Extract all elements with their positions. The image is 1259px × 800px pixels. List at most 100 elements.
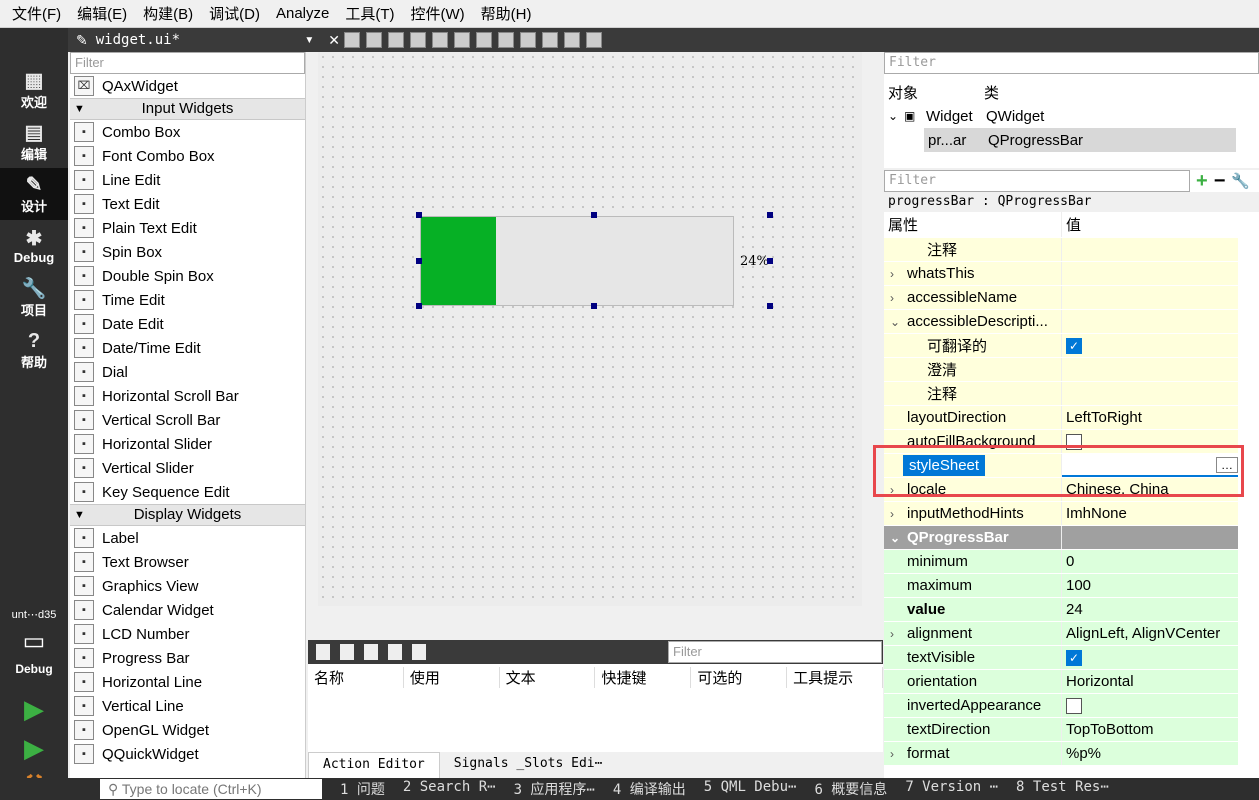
locate-input[interactable]: ⚲ Type to locate (Ctrl+K) <box>100 779 322 799</box>
widget-item[interactable]: ▪ Spin Box <box>70 240 305 264</box>
status-pane-4[interactable]: 5 QML Debu⋯ <box>704 779 797 799</box>
widget-item[interactable]: ▪ Dial <box>70 360 305 384</box>
adjust-size-icon[interactable] <box>586 32 602 48</box>
widget-item[interactable]: ▪ Plain Text Edit <box>70 216 305 240</box>
property-row[interactable]: ⌄ accessibleDescripti... <box>884 310 1238 334</box>
property-row[interactable]: 澄清 <box>884 358 1238 382</box>
mode-4[interactable]: 🔧 项目 <box>0 272 68 324</box>
layout-form-icon[interactable] <box>542 32 558 48</box>
property-value[interactable] <box>1062 310 1238 333</box>
edit-buddies-icon[interactable] <box>388 32 404 48</box>
widget-item[interactable]: ▪ LCD Number <box>70 622 305 646</box>
widget-item[interactable]: ▪ Line Edit <box>70 168 305 192</box>
resize-handle[interactable] <box>591 303 597 309</box>
property-row[interactable]: › alignment AlignLeft, AlignVCenter <box>884 622 1238 646</box>
widget-item[interactable]: ▪ Horizontal Line <box>70 670 305 694</box>
widget-item[interactable]: ▪ QQuickWidget <box>70 742 305 766</box>
property-value[interactable] <box>1062 358 1238 381</box>
status-pane-3[interactable]: 4 编译输出 <box>613 779 686 799</box>
widget-item[interactable]: ▪ Label <box>70 526 305 550</box>
property-value[interactable]: ImhNone <box>1062 502 1238 525</box>
chevron-icon[interactable]: › <box>890 267 894 281</box>
checkbox[interactable]: ✓ <box>1066 337 1082 354</box>
configure-wrench-icon[interactable] <box>412 644 426 660</box>
widget-item[interactable]: ▪ Text Browser <box>70 550 305 574</box>
property-value[interactable] <box>1062 238 1238 261</box>
status-pane-6[interactable]: 7 Version ⋯ <box>905 779 998 799</box>
configure-wrench-icon[interactable]: 🔧 <box>1231 172 1250 190</box>
property-value[interactable]: %p% <box>1062 742 1238 765</box>
property-value[interactable]: AlignLeft, AlignVCenter <box>1062 622 1238 645</box>
property-row[interactable]: › inputMethodHints ImhNone <box>884 502 1238 526</box>
property-group[interactable]: ⌄ QProgressBar <box>884 526 1238 550</box>
form-canvas[interactable] <box>318 52 862 606</box>
property-row[interactable]: › format %p% <box>884 742 1238 766</box>
widget-item[interactable]: ▪ Graphics View <box>70 574 305 598</box>
mode-0[interactable]: ▦ 欢迎 <box>0 64 68 116</box>
widget-item[interactable]: ▪ Horizontal Slider <box>70 432 305 456</box>
resize-handle[interactable] <box>767 258 773 264</box>
mode-1[interactable]: ▤ 编辑 <box>0 116 68 168</box>
widget-item[interactable]: ▪ Date Edit <box>70 312 305 336</box>
property-row[interactable]: › whatsThis <box>884 262 1238 286</box>
resize-handle[interactable] <box>416 212 422 218</box>
resize-handle[interactable] <box>416 258 422 264</box>
widget-item[interactable]: ▪ Vertical Scroll Bar <box>70 408 305 432</box>
property-value[interactable]: LeftToRight <box>1062 406 1238 429</box>
widget-item[interactable]: ⌧ QAxWidget <box>70 74 305 98</box>
widget-item[interactable]: ▪ Horizontal Scroll Bar <box>70 384 305 408</box>
widget-item[interactable]: ▪ Vertical Line <box>70 694 305 718</box>
property-row[interactable]: orientation Horizontal <box>884 670 1238 694</box>
tab-action-editor[interactable]: Action Editor <box>308 752 440 778</box>
property-value[interactable]: TopToBottom <box>1062 718 1238 741</box>
delete-action-icon[interactable] <box>388 644 402 660</box>
edit-signals-icon[interactable] <box>366 32 382 48</box>
status-pane-0[interactable]: 1 问题 <box>340 779 385 799</box>
chevron-icon[interactable]: ⌄ <box>890 315 900 329</box>
property-value[interactable] <box>1062 262 1238 285</box>
property-row[interactable]: minimum 0 <box>884 550 1238 574</box>
property-value[interactable]: 24 <box>1062 598 1238 621</box>
menu-item-3[interactable]: 调试(D) <box>201 3 268 24</box>
property-row[interactable]: maximum 100 <box>884 574 1238 598</box>
edit-widgets-icon[interactable] <box>344 32 360 48</box>
widget-filter-input[interactable]: Filter <box>70 52 305 74</box>
chevron-icon[interactable]: › <box>890 627 894 641</box>
add-property-icon[interactable]: + <box>1196 170 1208 193</box>
open-document-tab[interactable]: ✎ widget.ui* ▼ ✕ <box>68 32 340 49</box>
property-value[interactable]: ✓ <box>1062 334 1238 357</box>
widget-item[interactable]: ▪ OpenGL Widget <box>70 718 305 742</box>
property-value[interactable] <box>1062 286 1238 309</box>
action-filter-input[interactable]: Filter <box>668 641 882 663</box>
property-value[interactable]: Horizontal <box>1062 670 1238 693</box>
debug-run-icon[interactable]: ▶ <box>0 733 68 764</box>
property-row[interactable]: invertedAppearance <box>884 694 1238 718</box>
object-filter-input[interactable]: Filter <box>884 52 1259 74</box>
object-row-progressbar[interactable]: pr...ar QProgressBar <box>924 128 1236 152</box>
mode-5[interactable]: ? 帮助 <box>0 324 68 376</box>
mode-3[interactable]: ✱ Debug <box>0 220 68 272</box>
resize-handle[interactable] <box>416 303 422 309</box>
resize-handle[interactable] <box>767 303 773 309</box>
menu-item-0[interactable]: 文件(F) <box>4 3 69 24</box>
chevron-icon[interactable]: › <box>890 507 894 521</box>
checkbox[interactable]: ✓ <box>1066 649 1082 666</box>
status-pane-7[interactable]: 8 Test Res⋯ <box>1016 779 1109 799</box>
property-value[interactable]: ✓ <box>1062 646 1238 669</box>
property-row[interactable]: textDirection TopToBottom <box>884 718 1238 742</box>
kit-selector[interactable]: unt⋯d35 ▭ Debug ▶ ▶ ⚒ <box>0 608 68 796</box>
category-input-widgets[interactable]: ▼ Input Widgets <box>70 98 305 120</box>
property-row[interactable]: textVisible ✓ <box>884 646 1238 670</box>
status-pane-5[interactable]: 6 概要信息 <box>814 779 887 799</box>
widget-item[interactable]: ▪ Key Sequence Edit <box>70 480 305 504</box>
chevron-icon[interactable]: › <box>890 291 894 305</box>
resize-handle[interactable] <box>591 212 597 218</box>
widget-item[interactable]: ▪ Time Edit <box>70 288 305 312</box>
edit-tab-order-icon[interactable] <box>410 32 426 48</box>
menu-item-2[interactable]: 构建(B) <box>135 3 201 24</box>
layout-grid-icon[interactable] <box>520 32 536 48</box>
property-row[interactable]: › accessibleName <box>884 286 1238 310</box>
menu-item-4[interactable]: Analyze <box>268 5 337 22</box>
widget-item[interactable]: ▪ Vertical Slider <box>70 456 305 480</box>
property-value[interactable] <box>1062 694 1238 717</box>
